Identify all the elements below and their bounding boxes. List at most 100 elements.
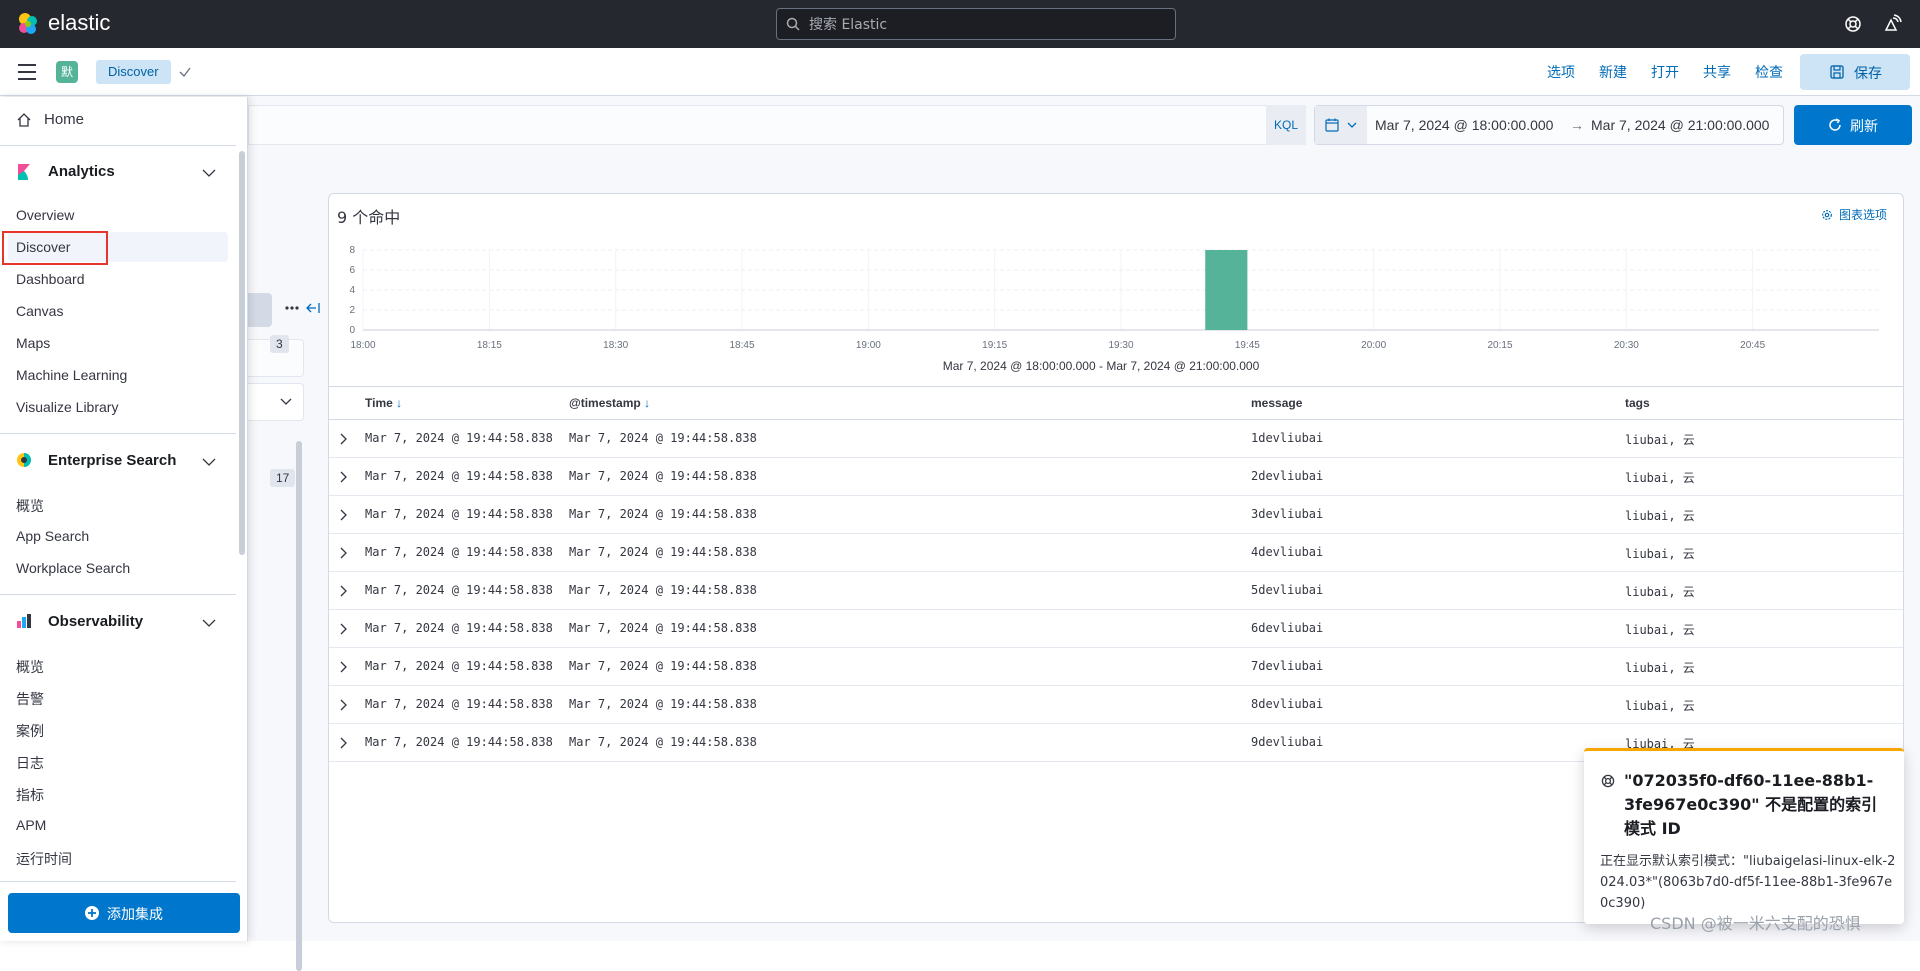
date-picker[interactable]: Mar 7, 2024 @ 18:00:00.000 → Mar 7, 2024…: [1314, 105, 1784, 145]
menu-toggle-icon[interactable]: [18, 64, 36, 80]
table-row[interactable]: Mar 7, 2024 @ 19:44:58.838 Mar 7, 2024 @ …: [329, 686, 1903, 724]
table-row[interactable]: Mar 7, 2024 @ 19:44:58.838 Mar 7, 2024 @ …: [329, 648, 1903, 686]
nav-item-maps[interactable]: Maps: [16, 335, 50, 351]
inspect-link[interactable]: 检查: [1755, 62, 1783, 82]
table-row[interactable]: Mar 7, 2024 @ 19:44:58.838 Mar 7, 2024 @ …: [329, 458, 1903, 496]
index-pattern-select[interactable]: [248, 293, 272, 327]
nav-item-obs-overview[interactable]: 概览: [16, 657, 44, 677]
x-tick-label: 20:30: [1614, 340, 1639, 351]
cell-tags: liubai, 云: [1625, 471, 1695, 485]
expand-row-icon[interactable]: [339, 585, 347, 597]
nav-item-es-overview[interactable]: 概览: [16, 496, 44, 516]
expand-row-icon[interactable]: [339, 433, 347, 445]
global-search[interactable]: [776, 8, 1176, 40]
nav-item-logs[interactable]: 日志: [16, 753, 44, 773]
nav-item-uptime[interactable]: 运行时间: [16, 849, 72, 869]
chevron-down-icon: [280, 398, 292, 405]
nav-item-app-search[interactable]: App Search: [16, 528, 89, 544]
newsfeed-icon[interactable]: [1882, 14, 1902, 34]
brand-name[interactable]: elastic: [48, 10, 110, 36]
expand-row-icon[interactable]: [339, 699, 347, 711]
add-integrations-button[interactable]: 添加集成: [8, 893, 240, 933]
table-row[interactable]: Mar 7, 2024 @ 19:44:58.838 Mar 7, 2024 @ …: [329, 534, 1903, 572]
save-label: 保存: [1854, 66, 1882, 82]
nav-item-canvas[interactable]: Canvas: [16, 303, 63, 319]
x-tick-label: 18:00: [350, 340, 375, 351]
cell-time: Mar 7, 2024 @ 19:44:58.838: [365, 507, 553, 521]
space-avatar[interactable]: 默: [56, 61, 78, 83]
nav-group-label: Enterprise Search: [48, 452, 177, 469]
time-start[interactable]: Mar 7, 2024 @ 18:00:00.000: [1375, 117, 1553, 133]
cell-message: 1devliubai: [1251, 431, 1324, 445]
y-tick-label: 0: [349, 325, 355, 336]
add-integrations-label: 添加集成: [107, 907, 163, 923]
column-header-time[interactable]: Time ↓: [365, 386, 402, 420]
refresh-button[interactable]: 刷新: [1794, 105, 1912, 145]
table-row[interactable]: Mar 7, 2024 @ 19:44:58.838 Mar 7, 2024 @ …: [329, 610, 1903, 648]
nav-item-machine-learning[interactable]: Machine Learning: [16, 367, 127, 383]
nav-item-dashboard[interactable]: Dashboard: [16, 271, 85, 287]
table-row[interactable]: Mar 7, 2024 @ 19:44:58.838 Mar 7, 2024 @ …: [329, 496, 1903, 534]
chart-options-button[interactable]: 图表选项: [1821, 206, 1887, 223]
cell-tags: liubai, 云: [1625, 661, 1695, 675]
field-filter-dropdown[interactable]: [248, 383, 304, 421]
histogram-bar[interactable]: [1205, 250, 1248, 330]
open-link[interactable]: 打开: [1651, 62, 1679, 82]
x-axis-label: Mar 7, 2024 @ 18:00:00.000 - Mar 7, 2024…: [943, 359, 1260, 373]
expand-row-icon[interactable]: [339, 623, 347, 635]
nav-home-label: Home: [44, 111, 85, 128]
histogram-chart[interactable]: 0 2 4 6 8 18:00 18:15 18:30 18:45 19:00 19:15 19:30…: [329, 234, 1903, 384]
options-link[interactable]: 选项: [1547, 62, 1575, 82]
expand-row-icon[interactable]: [339, 547, 347, 559]
elastic-logo-icon[interactable]: [16, 12, 40, 36]
cell-tags: liubai, 云: [1625, 509, 1695, 523]
expand-row-icon[interactable]: [339, 661, 347, 673]
share-link[interactable]: 共享: [1703, 62, 1731, 82]
expand-row-icon[interactable]: [339, 509, 347, 521]
nav-item-metrics[interactable]: 指标: [16, 785, 44, 805]
nav-item-visualize-library[interactable]: Visualize Library: [16, 399, 118, 415]
app-header: 默 Discover 选项 新建 打开 共享 检查 保存: [0, 48, 1920, 96]
breadcrumb[interactable]: Discover: [96, 60, 171, 84]
refresh-icon: [1829, 118, 1841, 131]
column-header-tags[interactable]: tags: [1625, 386, 1650, 420]
cell-message: 9devliubai: [1251, 735, 1324, 749]
x-tick-label: 19:15: [982, 340, 1007, 351]
query-input[interactable]: [248, 105, 1306, 145]
x-tick-label: 20:15: [1487, 340, 1512, 351]
nav-item-apm[interactable]: APM: [16, 817, 46, 833]
cell-message: 8devliubai: [1251, 697, 1324, 711]
new-link[interactable]: 新建: [1599, 62, 1627, 82]
column-header-message[interactable]: message: [1251, 386, 1302, 420]
collapse-sidebar-icon[interactable]: [306, 301, 322, 315]
warning-toast[interactable]: "072035f0-df60-11ee-88b1-3fe967e0c390" 不…: [1584, 748, 1904, 924]
sort-desc-icon[interactable]: ↓: [644, 396, 650, 410]
column-header-timestamp[interactable]: @timestamp ↓: [569, 386, 650, 420]
expand-row-icon[interactable]: [339, 471, 347, 483]
cell-timestamp: Mar 7, 2024 @ 19:44:58.838: [569, 697, 757, 711]
chevron-down-icon[interactable]: [202, 458, 216, 466]
global-search-input[interactable]: [807, 15, 1167, 35]
cell-tags: liubai, 云: [1625, 623, 1695, 637]
nav-scrollbar[interactable]: [239, 151, 245, 555]
save-button[interactable]: 保存: [1800, 54, 1910, 90]
nav-item-alerts[interactable]: 告警: [16, 689, 44, 709]
kql-toggle[interactable]: KQL: [1266, 105, 1306, 145]
more-options-icon[interactable]: [284, 305, 300, 311]
nav-item-workplace-search[interactable]: Workplace Search: [16, 560, 130, 576]
y-tick-label: 8: [349, 245, 355, 256]
sort-desc-icon[interactable]: ↓: [396, 396, 402, 410]
time-end[interactable]: Mar 7, 2024 @ 21:00:00.000: [1591, 117, 1769, 133]
table-row[interactable]: Mar 7, 2024 @ 19:44:58.838 Mar 7, 2024 @ …: [329, 572, 1903, 610]
chevron-down-icon[interactable]: [202, 169, 216, 177]
fields-scrollbar[interactable]: [296, 441, 302, 971]
expand-row-icon[interactable]: [339, 737, 347, 749]
cell-time: Mar 7, 2024 @ 19:44:58.838: [365, 735, 553, 749]
quick-menu-button[interactable]: [1315, 106, 1367, 144]
help-icon[interactable]: [1843, 14, 1863, 34]
chevron-down-icon[interactable]: [202, 619, 216, 627]
table-header: [329, 386, 1903, 420]
nav-item-overview[interactable]: Overview: [16, 207, 74, 223]
table-row[interactable]: Mar 7, 2024 @ 19:44:58.838 Mar 7, 2024 @ …: [329, 420, 1903, 458]
nav-item-cases[interactable]: 案例: [16, 721, 44, 741]
